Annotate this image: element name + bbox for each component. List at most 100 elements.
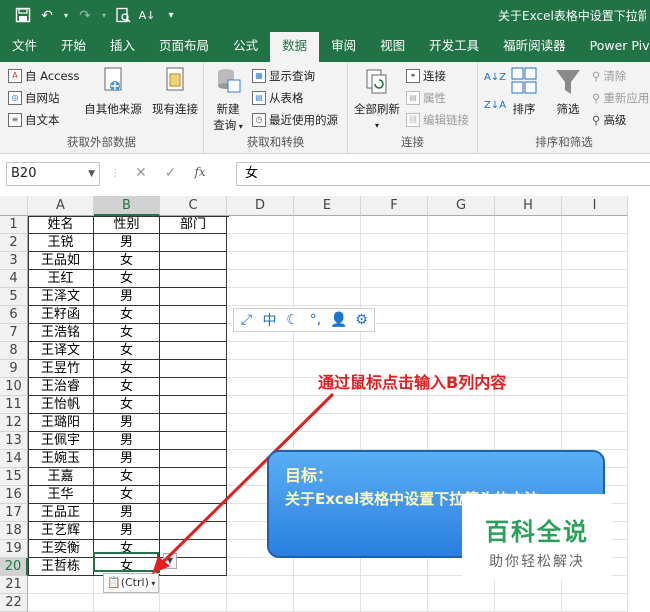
cell-C21[interactable] — [160, 576, 227, 594]
cell-C14[interactable] — [160, 450, 227, 468]
cell-I9[interactable] — [562, 360, 628, 378]
cell-A11[interactable]: 王怡帆 — [28, 396, 94, 414]
tab-page-layout[interactable]: 页面布局 — [147, 32, 221, 62]
row-header-7[interactable]: 7 — [0, 324, 28, 342]
cell-I13[interactable] — [562, 432, 628, 450]
row-header-1[interactable]: 1 — [0, 216, 28, 234]
cell-D3[interactable] — [227, 252, 294, 270]
cell-F5[interactable] — [361, 288, 428, 306]
cell-F20[interactable] — [361, 558, 428, 576]
row-header-13[interactable]: 13 — [0, 432, 28, 450]
cell-A6[interactable]: 王籽函 — [28, 306, 94, 324]
cell-C11[interactable] — [160, 396, 227, 414]
cell-A21[interactable] — [28, 576, 94, 594]
formula-input[interactable]: 女 — [236, 162, 650, 186]
cell-I6[interactable] — [562, 306, 628, 324]
cell-F3[interactable] — [361, 252, 428, 270]
cell-G22[interactable] — [428, 594, 495, 612]
cell-B2[interactable]: 男 — [94, 234, 160, 252]
save-icon[interactable] — [14, 7, 32, 25]
cell-E3[interactable] — [294, 252, 361, 270]
select-all-corner[interactable] — [0, 196, 28, 216]
cell-A2[interactable]: 王锐 — [28, 234, 94, 252]
cell-B10[interactable]: 女 — [94, 378, 160, 396]
sort-ascending-icon[interactable]: A↓Z — [484, 72, 506, 83]
connections-button[interactable]: ⚭ 连接 — [406, 68, 446, 84]
cell-A8[interactable]: 王译文 — [28, 342, 94, 360]
cell-F8[interactable] — [361, 342, 428, 360]
cell-D5[interactable] — [227, 288, 294, 306]
cell-C4[interactable] — [160, 270, 227, 288]
cell-B12[interactable]: 男 — [94, 414, 160, 432]
cell-H7[interactable] — [495, 324, 562, 342]
cell-H13[interactable] — [495, 432, 562, 450]
cell-I11[interactable] — [562, 396, 628, 414]
cell-I7[interactable] — [562, 324, 628, 342]
tab-data[interactable]: 数据 — [270, 32, 320, 62]
cell-F22[interactable] — [361, 594, 428, 612]
cell-A20[interactable]: 王哲栋 — [28, 558, 94, 576]
cell-A9[interactable]: 王昱竹 — [28, 360, 94, 378]
cell-E11[interactable] — [294, 396, 361, 414]
row-header-5[interactable]: 5 — [0, 288, 28, 306]
cell-I3[interactable] — [562, 252, 628, 270]
cell-H1[interactable] — [495, 216, 562, 234]
from-access-button[interactable]: A自 Access — [8, 68, 80, 84]
redo-icon[interactable]: ↷ — [76, 7, 94, 25]
cell-F2[interactable] — [361, 234, 428, 252]
undo-icon[interactable]: ↶ — [38, 7, 56, 25]
cell-G8[interactable] — [428, 342, 495, 360]
cell-D2[interactable] — [227, 234, 294, 252]
cell-C5[interactable] — [160, 288, 227, 306]
new-query-button[interactable]: 新建 查询 ▾ — [210, 66, 246, 133]
cell-D9[interactable] — [227, 360, 294, 378]
cell-E22[interactable] — [294, 594, 361, 612]
sort-az-icon[interactable]: A↓ — [138, 7, 156, 25]
enter-icon[interactable]: ✓ — [165, 165, 177, 181]
existing-connections-button[interactable]: 现有连接 — [150, 66, 200, 117]
tab-insert[interactable]: 插入 — [98, 32, 147, 62]
cell-G6[interactable] — [428, 306, 495, 324]
print-preview-icon[interactable] — [114, 7, 132, 25]
cell-D22[interactable] — [227, 594, 294, 612]
cell-C15[interactable] — [160, 468, 227, 486]
cell-H5[interactable] — [495, 288, 562, 306]
row-header-16[interactable]: 16 — [0, 486, 28, 504]
cell-A10[interactable]: 王治睿 — [28, 378, 94, 396]
row-header-22[interactable]: 22 — [0, 594, 28, 612]
row-header-20[interactable]: 20 — [0, 558, 28, 576]
cell-A18[interactable]: 王艺辉 — [28, 522, 94, 540]
cell-I4[interactable] — [562, 270, 628, 288]
tab-power-pivot[interactable]: Power Pivot — [578, 32, 650, 62]
tab-review[interactable]: 审阅 — [319, 32, 368, 62]
row-header-11[interactable]: 11 — [0, 396, 28, 414]
cell-B8[interactable]: 女 — [94, 342, 160, 360]
tab-view[interactable]: 视图 — [368, 32, 417, 62]
tab-developer[interactable]: 开发工具 — [417, 32, 491, 62]
cell-A15[interactable]: 王嘉 — [28, 468, 94, 486]
cell-B1[interactable]: 性别 — [94, 216, 160, 234]
cell-C10[interactable] — [160, 378, 227, 396]
cell-D8[interactable] — [227, 342, 294, 360]
cell-B3[interactable]: 女 — [94, 252, 160, 270]
cell-B22[interactable] — [94, 594, 160, 612]
cell-D11[interactable] — [227, 396, 294, 414]
cell-H8[interactable] — [495, 342, 562, 360]
row-header-8[interactable]: 8 — [0, 342, 28, 360]
column-header-g[interactable]: G — [428, 196, 495, 216]
row-header-3[interactable]: 3 — [0, 252, 28, 270]
undo-dropdown-icon[interactable]: ▾ — [62, 7, 70, 25]
sort-descending-icon[interactable]: Z↓A — [484, 100, 506, 111]
row-header-14[interactable]: 14 — [0, 450, 28, 468]
refresh-all-button[interactable]: 全部刷新 ▾ — [352, 66, 402, 131]
cell-E4[interactable] — [294, 270, 361, 288]
cell-G13[interactable] — [428, 432, 495, 450]
cell-E2[interactable] — [294, 234, 361, 252]
tab-home[interactable]: 开始 — [49, 32, 98, 62]
cell-H4[interactable] — [495, 270, 562, 288]
cell-C16[interactable] — [160, 486, 227, 504]
cell-C3[interactable] — [160, 252, 227, 270]
cell-E13[interactable] — [294, 432, 361, 450]
cell-B15[interactable]: 女 — [94, 468, 160, 486]
from-table-button[interactable]: ▤ 从表格 — [252, 90, 304, 106]
